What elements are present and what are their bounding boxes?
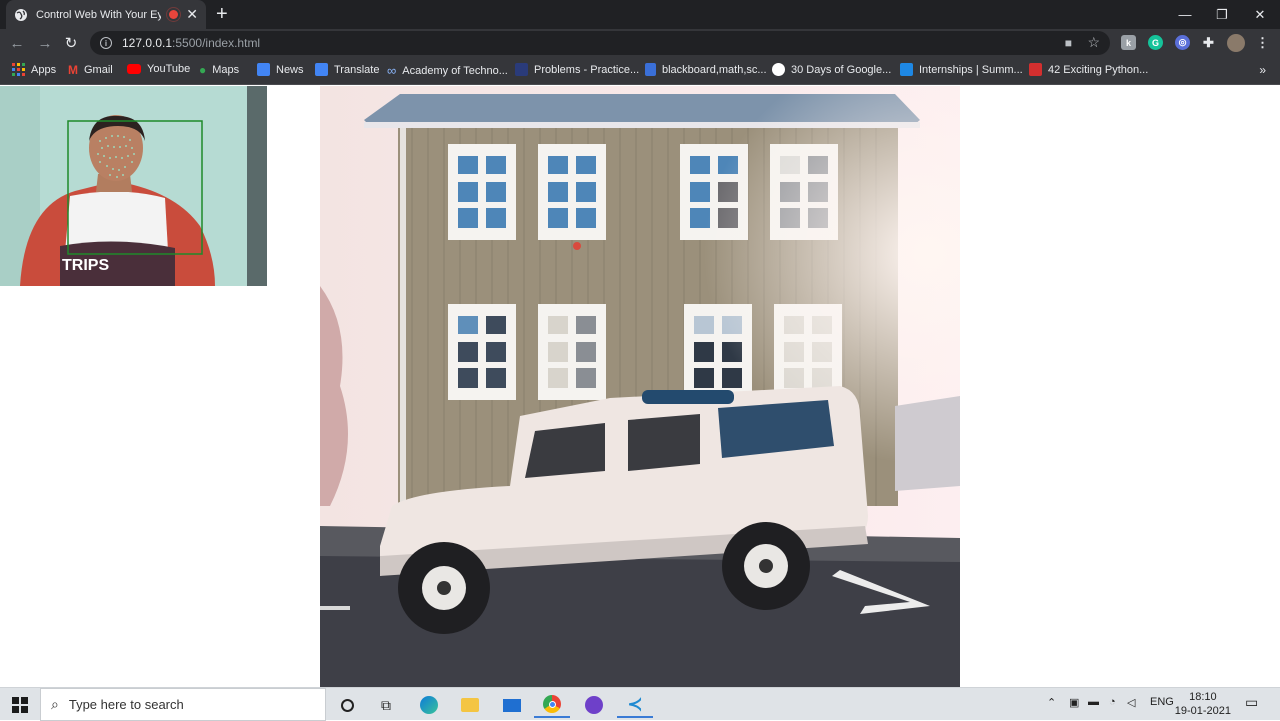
taskbar: ⌕ Type here to search ⧉ ≺ ⌃ ▣ ▬ ◔ ◁ ENG … xyxy=(0,687,1280,721)
webcam-image: TRIPS xyxy=(0,86,267,286)
taskbar-mail[interactable] xyxy=(494,692,530,718)
bookmarks-bar: Apps M Gmail YouTube ● Maps News Transla… xyxy=(0,57,1280,85)
volume-icon[interactable]: ◁ xyxy=(1127,696,1135,709)
bookmark-30-days[interactable]: 30 Days of Google... xyxy=(772,63,891,76)
bookmark-label: blackboard,math,sc... xyxy=(662,63,767,76)
page-content: TRIPS xyxy=(0,86,1280,687)
tab-active[interactable]: Control Web With Your Eyes ✕ xyxy=(6,0,206,29)
back-button[interactable]: ← xyxy=(8,34,26,52)
practice-site-icon xyxy=(515,63,528,76)
bookmark-academy[interactable]: ∞ Academy of Techno... xyxy=(387,63,508,78)
translate-icon xyxy=(315,63,328,76)
url-text[interactable]: 127.0.0.1:5500/index.html xyxy=(122,36,260,50)
task-view-icon: ⧉ xyxy=(381,696,391,713)
mail-icon xyxy=(503,698,521,712)
cortana-circle-icon xyxy=(340,698,354,712)
close-window-button[interactable]: ✕ xyxy=(1237,0,1280,29)
bookmark-blackboard[interactable]: blackboard,math,sc... xyxy=(645,63,767,76)
webcam-feed: TRIPS xyxy=(0,86,267,286)
bookmark-python[interactable]: 42 Exciting Python... xyxy=(1029,63,1148,76)
bookmark-translate[interactable]: Translate xyxy=(315,63,379,76)
bookmark-label: Academy of Techno... xyxy=(402,64,508,77)
camera-in-use-icon[interactable]: ■ xyxy=(1065,36,1072,50)
start-button[interactable] xyxy=(2,692,38,718)
new-tab-button[interactable]: + xyxy=(216,4,228,24)
edge-icon xyxy=(420,696,438,714)
recording-indicator-icon xyxy=(169,10,179,19)
globe-icon xyxy=(15,8,27,21)
clock[interactable]: 18:10 19-01-2021 xyxy=(1175,690,1231,718)
notifications-icon[interactable]: ▭ xyxy=(1245,694,1258,711)
bookmark-youtube[interactable]: YouTube xyxy=(127,63,190,75)
bookmark-label: News xyxy=(276,63,304,76)
taskbar-vscode[interactable]: ≺ xyxy=(617,692,653,718)
house-car-image xyxy=(320,86,960,687)
bookmark-label: Maps xyxy=(212,64,240,76)
bookmark-label: Gmail xyxy=(84,64,113,76)
google-news-icon xyxy=(257,63,270,76)
maps-pin-icon: ● xyxy=(199,63,207,77)
address-bar[interactable]: i 127.0.0.1:5500/index.html ■ ☆ xyxy=(90,31,1110,55)
taskbar-chrome[interactable] xyxy=(534,692,570,718)
taskbar-edge[interactable] xyxy=(411,692,447,718)
cortana-button[interactable] xyxy=(329,692,365,718)
bookmark-label: Apps xyxy=(31,63,57,76)
forward-button[interactable]: → xyxy=(36,34,54,52)
bookmark-problems[interactable]: Problems - Practice... xyxy=(515,63,639,76)
chrome-icon xyxy=(543,695,561,713)
site-info-icon[interactable]: i xyxy=(100,37,112,49)
extension-k-icon[interactable]: k xyxy=(1121,35,1136,50)
python-article-icon xyxy=(1029,63,1042,76)
bookmark-label: YouTube xyxy=(147,63,191,75)
taskbar-github-desktop[interactable] xyxy=(576,692,612,718)
main-photo xyxy=(320,86,960,687)
bookmark-star-icon[interactable]: ☆ xyxy=(1087,34,1100,51)
search-icon: ⌕ xyxy=(51,696,59,712)
folder-icon xyxy=(461,698,479,712)
gmail-icon: M xyxy=(68,63,78,77)
clock-time: 18:10 xyxy=(1189,691,1217,703)
tab-close-button[interactable]: ✕ xyxy=(186,6,198,23)
internshala-icon xyxy=(900,63,913,76)
tray-app-icon[interactable]: ▣ xyxy=(1069,696,1079,709)
bookmark-label: Translate xyxy=(334,63,380,76)
google-icon xyxy=(772,63,785,76)
reload-button[interactable]: ↻ xyxy=(62,34,80,52)
infinity-icon: ∞ xyxy=(387,63,397,78)
youtube-icon xyxy=(127,64,141,74)
taskbar-search-box[interactable]: ⌕ Type here to search xyxy=(40,688,326,721)
bookmark-label: 42 Exciting Python... xyxy=(1048,63,1149,76)
bookmark-maps[interactable]: ● Maps xyxy=(199,63,239,77)
bookmark-news[interactable]: News xyxy=(257,63,304,76)
battery-icon[interactable]: ▬ xyxy=(1088,696,1099,708)
browser-tab-strip: Control Web With Your Eyes ✕ + — ❐ ✕ xyxy=(0,0,1280,29)
github-icon xyxy=(585,696,603,714)
vscode-icon: ≺ xyxy=(627,693,643,714)
taskbar-file-explorer[interactable] xyxy=(452,692,488,718)
extension-icon[interactable]: ◎ xyxy=(1175,35,1190,50)
wifi-icon[interactable]: ◔ xyxy=(1109,696,1116,708)
profile-avatar[interactable] xyxy=(1227,34,1245,52)
windows-logo-icon xyxy=(12,697,28,713)
bookmark-internships[interactable]: Internships | Summ... xyxy=(900,63,1023,76)
bookmark-label: 30 Days of Google... xyxy=(791,63,892,76)
browser-toolbar: ← → ↻ i 127.0.0.1:5500/index.html ■ ☆ xyxy=(0,29,1280,57)
language-indicator[interactable]: ENG xyxy=(1150,696,1174,708)
bookmark-label: Internships | Summ... xyxy=(919,63,1023,76)
bookmark-apps[interactable]: Apps xyxy=(12,63,56,76)
blackboard-icon xyxy=(645,63,656,76)
tab-title: Control Web With Your Eyes xyxy=(36,8,162,21)
bookmark-gmail[interactable]: M Gmail xyxy=(68,63,113,77)
svg-text:TRIPS: TRIPS xyxy=(62,257,109,274)
grammarly-icon[interactable]: G xyxy=(1148,35,1163,50)
more-bookmarks-button[interactable]: » xyxy=(1259,63,1266,77)
menu-kebab-icon[interactable]: ⋮ xyxy=(1255,35,1270,50)
extensions-puzzle-icon[interactable]: ✚ xyxy=(1201,35,1216,50)
show-hidden-icons-button[interactable]: ⌃ xyxy=(1047,696,1056,709)
search-placeholder: Type here to search xyxy=(68,697,184,712)
bookmark-label: Problems - Practice... xyxy=(534,63,640,76)
clock-date: 19-01-2021 xyxy=(1174,705,1231,717)
task-view-button[interactable]: ⧉ xyxy=(368,692,404,718)
apps-grid-icon xyxy=(12,63,25,76)
